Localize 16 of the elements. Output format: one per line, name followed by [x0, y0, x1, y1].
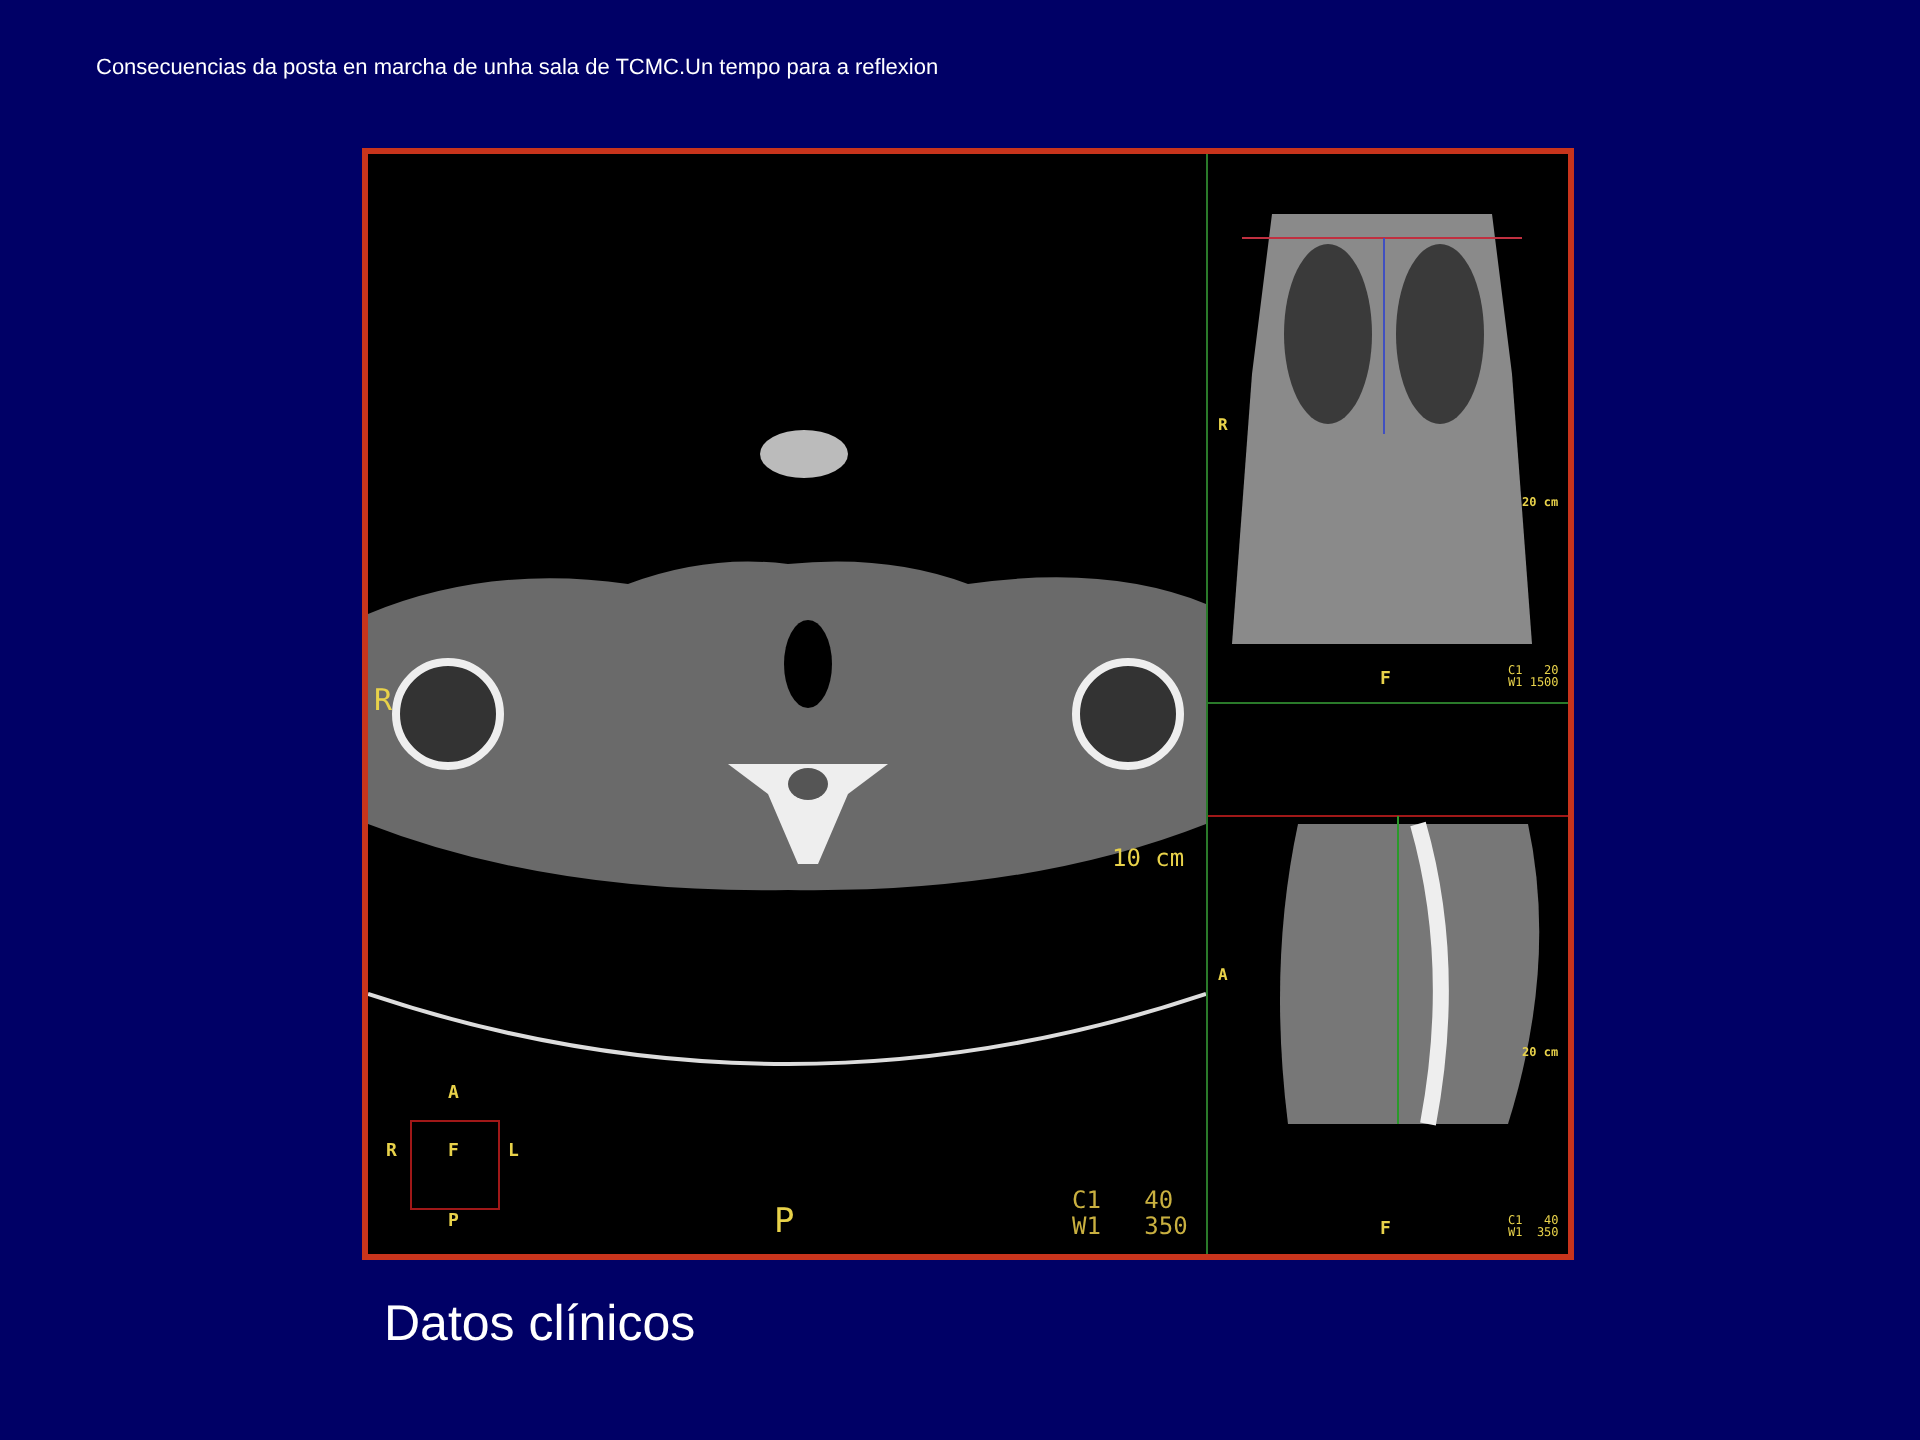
orientation-marker: F: [1380, 671, 1391, 689]
orientation-marker: F: [1380, 1222, 1391, 1240]
slide-caption: Datos clínicos: [384, 1293, 698, 1355]
orientation-marker: F: [448, 1143, 459, 1161]
orientation-marker: P: [448, 1213, 459, 1231]
orientation-box: [410, 1119, 500, 1209]
orientation-marker: L: [508, 1143, 519, 1161]
orientation-marker: A: [448, 1085, 459, 1103]
scale-label: 10 cm: [1112, 845, 1185, 869]
side-marker: R: [374, 685, 393, 715]
slide-title: Consecuencias da posta en marcha de unha sala de TCMC.Un tempo para a reflexion: [96, 54, 941, 84]
side-marker: A: [1218, 968, 1228, 984]
side-marker: R: [1218, 417, 1228, 433]
window-settings: C1 40 W1 350: [1072, 1187, 1188, 1239]
orientation-marker: P: [774, 1205, 795, 1239]
orientation-marker: R: [386, 1143, 397, 1161]
